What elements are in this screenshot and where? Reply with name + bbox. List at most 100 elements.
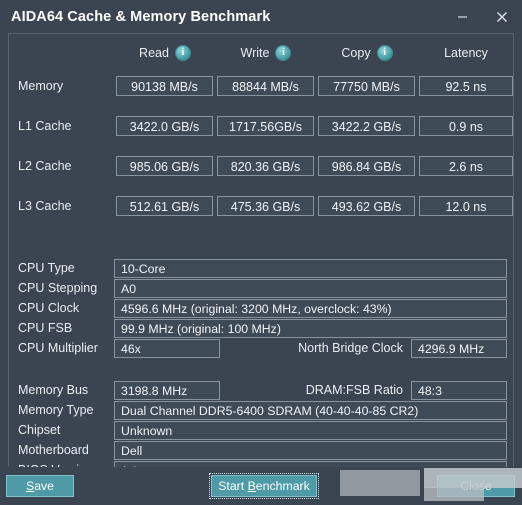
value-dram-fsb-ratio: 48:3 [411,380,507,400]
label-cpu-multiplier: CPU Multiplier [18,341,98,355]
benchmark-column-headers: Read i Write i Copy i Latency [9,34,513,66]
write-info-icon[interactable]: i [276,45,291,60]
value-l3-latency: 12.0 ns [419,196,513,216]
copy-header-label: Copy [341,45,371,60]
value-l1-copy: 3422.2 GB/s [318,116,415,136]
label-memory-bus: Memory Bus [18,383,89,397]
minimize-icon [457,16,467,18]
value-l1-write: 1717.56GB/s [217,116,314,136]
value-memory-bus: 3198.8 MHz [114,380,220,400]
row-bios-version: BIOS Version 1.1 [9,460,507,467]
copy-info-icon[interactable]: i [377,45,392,60]
write-header-label: Write [240,45,270,60]
value-l3-read: 512.61 GB/s [116,196,213,216]
value-memory-write: 88844 MB/s [217,76,314,96]
table-row: L2 Cache 985.06 GB/s 820.36 GB/s 986.84 … [9,146,513,186]
column-header-read: Read i [114,45,215,60]
screen-artifact-overlay-right [424,468,522,488]
read-header-label: Read [139,45,169,60]
label-cpu-clock: CPU Clock [18,301,80,315]
cell-l3-latency: 12.0 ns [417,196,513,216]
value-north-bridge-clock: 4296.9 MHz [411,338,507,358]
cell-memory-read: 90138 MB/s [114,76,215,96]
value-memory-latency: 92.5 ns [419,76,513,96]
table-row: L3 Cache 512.61 GB/s 475.36 GB/s 493.62 … [9,186,513,226]
value-l3-copy: 493.62 GB/s [318,196,415,216]
title-bar: AIDA64 Cache & Memory Benchmark [0,0,522,33]
cell-l2-write: 820.36 GB/s [215,156,316,176]
value-cpu-stepping: A0 [114,278,507,298]
cpu-info-section: CPU Type 10-Core CPU Stepping A0 CPU Clo… [9,258,513,358]
value-l1-latency: 0.9 ns [419,116,513,136]
cell-l2-latency: 2.6 ns [417,156,513,176]
column-header-write: Write i [215,45,316,60]
row-memory-type: Memory Type Dual Channel DDR5-6400 SDRAM… [9,400,507,420]
label-cpu-stepping: CPU Stepping [18,281,98,295]
value-chipset: Unknown [114,420,507,440]
cell-l1-write: 1717.56GB/s [215,116,316,136]
minimize-button[interactable] [442,0,482,33]
table-row: L1 Cache 3422.0 GB/s 1717.56GB/s 3422.2 … [9,106,513,146]
window-controls [442,0,522,33]
row-cpu-fsb: CPU FSB 99.9 MHz (original: 100 MHz) [9,318,507,338]
cell-memory-copy: 77750 MB/s [316,76,417,96]
cell-l1-copy: 3422.2 GB/s [316,116,417,136]
label-dram-fsb-ratio: DRAM:FSB Ratio [305,383,403,397]
value-cpu-multiplier: 46x [114,338,220,358]
table-row: Memory 90138 MB/s 88844 MB/s 77750 MB/s … [9,66,513,106]
value-l2-read: 985.06 GB/s [116,156,213,176]
value-cpu-clock: 4596.6 MHz (original: 3200 MHz, overcloc… [114,298,507,318]
value-l2-copy: 986.84 GB/s [318,156,415,176]
cell-l1-read: 3422.0 GB/s [114,116,215,136]
content-panel: Read i Write i Copy i Latency Memory 901… [8,33,514,467]
screen-artifact-overlay-left [340,470,420,496]
latency-header-label: Latency [444,45,488,60]
cell-l3-copy: 493.62 GB/s [316,196,417,216]
value-l1-read: 3422.0 GB/s [116,116,213,136]
row-cpu-type: CPU Type 10-Core [9,258,507,278]
cell-memory-latency: 92.5 ns [417,76,513,96]
column-header-copy: Copy i [316,45,417,60]
cell-l3-write: 475.36 GB/s [215,196,316,216]
row-cpu-stepping: CPU Stepping A0 [9,278,507,298]
value-cpu-type: 10-Core [114,258,507,278]
value-l3-write: 475.36 GB/s [217,196,314,216]
label-cpu-fsb: CPU FSB [18,321,73,335]
read-info-icon[interactable]: i [175,45,190,60]
row-label-memory: Memory [18,79,64,93]
value-l2-write: 820.36 GB/s [217,156,314,176]
row-motherboard: Motherboard Dell [9,440,507,460]
row-chipset: Chipset Unknown [9,420,507,440]
cell-l2-read: 985.06 GB/s [114,156,215,176]
row-cpu-clock: CPU Clock 4596.6 MHz (original: 3200 MHz… [9,298,507,318]
row-memory-bus: Memory Bus 3198.8 MHz DRAM:FSB Ratio 48:… [9,380,507,400]
label-north-bridge-clock: North Bridge Clock [298,341,403,355]
cell-l2-copy: 986.84 GB/s [316,156,417,176]
value-motherboard: Dell [114,440,507,460]
label-cpu-type: CPU Type [18,261,75,275]
screen-artifact-overlay-right-lower [424,487,484,501]
aida64-benchmark-window: AIDA64 Cache & Memory Benchmark Read i W… [0,0,522,505]
column-header-latency: Latency [417,45,513,60]
save-button[interactable]: Save [6,475,74,497]
value-l2-latency: 2.6 ns [419,156,513,176]
row-cpu-multiplier: CPU Multiplier 46x North Bridge Clock 42… [9,338,507,358]
cell-l3-read: 512.61 GB/s [114,196,215,216]
start-benchmark-button-label: Start Benchmark [218,479,310,493]
label-chipset: Chipset [18,423,61,437]
cell-memory-write: 88844 MB/s [215,76,316,96]
value-memory-read: 90138 MB/s [116,76,213,96]
value-memory-type: Dual Channel DDR5-6400 SDRAM (40-40-40-8… [114,400,507,420]
window-title: AIDA64 Cache & Memory Benchmark [11,8,271,25]
close-icon [497,11,507,22]
row-label-l3cache: L3 Cache [18,199,72,213]
save-button-label: Save [25,479,55,493]
row-label-l2cache: L2 Cache [18,159,72,173]
start-benchmark-button[interactable]: Start Benchmark [209,473,319,499]
close-button-titlebar[interactable] [482,0,522,33]
value-memory-copy: 77750 MB/s [318,76,415,96]
row-label-l1cache: L1 Cache [18,119,72,133]
value-cpu-fsb: 99.9 MHz (original: 100 MHz) [114,318,507,338]
cell-l1-latency: 0.9 ns [417,116,513,136]
label-motherboard: Motherboard [18,443,89,457]
